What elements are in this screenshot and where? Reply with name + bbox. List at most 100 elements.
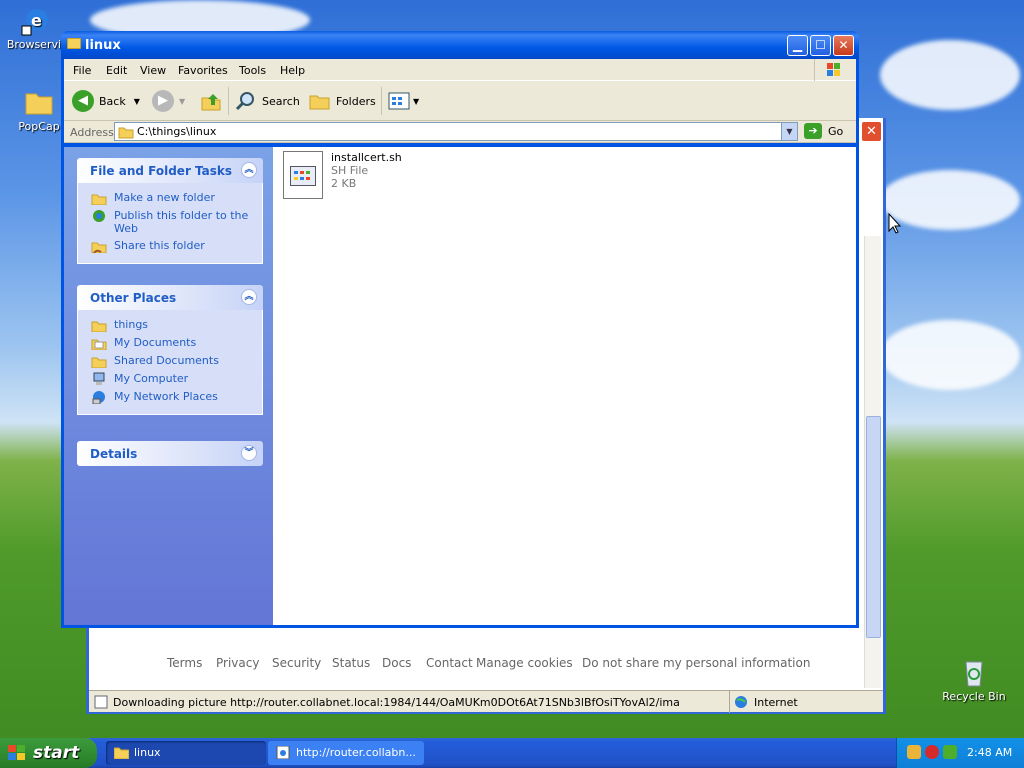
place-my-network-places[interactable]: My Network Places bbox=[78, 388, 262, 406]
cloud bbox=[880, 320, 1020, 390]
address-input[interactable]: C:\things\linux ▼ bbox=[114, 122, 798, 141]
panel-details: Details ︾ bbox=[77, 441, 263, 466]
browser-close-button[interactable]: ✕ bbox=[861, 121, 882, 142]
scrollbar-thumb[interactable] bbox=[866, 416, 881, 638]
back-button[interactable]: ◀ Back ▼ bbox=[72, 89, 140, 113]
toolbar-separator bbox=[381, 87, 382, 115]
desktop-icon-recycle-bin[interactable]: Recycle Bin bbox=[937, 656, 1011, 703]
network-icon bbox=[92, 391, 105, 404]
panel-content: Make a new folder Publish this folder to… bbox=[77, 183, 263, 264]
task-share-folder[interactable]: Share this folder bbox=[78, 237, 262, 255]
back-label: Back bbox=[99, 94, 126, 108]
panel-other-places: Other Places ︽ things My Documents Share… bbox=[77, 285, 263, 415]
window-title: linux bbox=[85, 38, 121, 53]
file-size: 2 KB bbox=[331, 177, 357, 190]
tray-security-icon[interactable] bbox=[925, 745, 939, 759]
back-dropdown-icon[interactable]: ▼ bbox=[134, 97, 140, 106]
taskbar-item-linux[interactable]: linux bbox=[106, 741, 266, 765]
windows-logo-icon bbox=[814, 59, 852, 81]
folder-icon bbox=[67, 38, 81, 49]
panel-header[interactable]: Other Places ︽ bbox=[77, 285, 263, 310]
views-icon bbox=[388, 92, 410, 110]
maximize-button[interactable]: ☐ bbox=[810, 35, 831, 56]
start-label: start bbox=[33, 743, 80, 763]
place-my-computer[interactable]: My Computer bbox=[78, 370, 262, 388]
views-dropdown-icon: ▼ bbox=[413, 96, 420, 106]
go-label: Go bbox=[828, 124, 844, 138]
menu-edit[interactable]: Edit bbox=[106, 64, 127, 77]
task-label: Share this folder bbox=[114, 239, 205, 252]
footer-link-do-not-share[interactable]: Do not share my personal information bbox=[582, 656, 810, 670]
task-publish-web[interactable]: Publish this folder to the Web bbox=[78, 207, 262, 237]
file-item[interactable]: installcert.sh SH File 2 KB bbox=[283, 151, 402, 199]
globe-icon bbox=[93, 210, 105, 222]
folders-button[interactable]: Folders bbox=[308, 89, 376, 113]
start-button[interactable]: start bbox=[0, 738, 97, 768]
up-button[interactable] bbox=[200, 89, 222, 113]
back-arrow-icon: ◀ bbox=[72, 90, 94, 112]
file-view: installcert.sh SH File 2 KB bbox=[273, 147, 856, 625]
file-name: installcert.sh bbox=[331, 151, 402, 164]
menu-view[interactable]: View bbox=[140, 64, 166, 77]
address-bar: Address C:\things\linux ▼ ➔ Go bbox=[64, 121, 856, 143]
panel-header[interactable]: File and Folder Tasks ︽ bbox=[77, 158, 263, 183]
minimize-button[interactable]: ▁ bbox=[787, 35, 808, 56]
computer-icon bbox=[93, 372, 105, 385]
system-tray: 2:48 AM bbox=[896, 738, 1024, 768]
desktop-icon-label: Recycle Bin bbox=[942, 690, 1006, 703]
folders-icon bbox=[309, 95, 330, 110]
footer-link-manage-cookies[interactable]: Manage cookies bbox=[476, 656, 573, 670]
menu-file[interactable]: File bbox=[73, 64, 91, 77]
up-folder-icon bbox=[201, 94, 221, 111]
status-text: Downloading picture http://router.collab… bbox=[113, 696, 680, 709]
search-button[interactable]: Search bbox=[234, 89, 300, 113]
close-button[interactable]: ✕ bbox=[833, 35, 854, 56]
explorer-window: linux ▁ ☐ ✕ File Edit View Favorites Too… bbox=[61, 31, 859, 628]
file-type: SH File bbox=[331, 164, 369, 177]
place-things[interactable]: things bbox=[78, 316, 262, 334]
footer-link-security[interactable]: Security bbox=[272, 656, 321, 670]
recycle-bin-icon bbox=[958, 656, 990, 688]
ie-icon: e bbox=[21, 4, 53, 36]
folders-label: Folders bbox=[336, 94, 376, 108]
title-bar[interactable]: linux ▁ ☐ ✕ bbox=[61, 31, 859, 59]
address-label: Address bbox=[70, 126, 114, 139]
tray-network-icon[interactable] bbox=[907, 745, 921, 759]
share-folder-icon bbox=[91, 242, 107, 253]
address-value: C:\things\linux bbox=[137, 125, 217, 138]
taskbar: start linux http://router.collabn... 2:4… bbox=[0, 738, 1024, 768]
menu-help[interactable]: Help bbox=[280, 64, 305, 77]
menu-favorites[interactable]: Favorites bbox=[178, 64, 228, 77]
footer-link-docs[interactable]: Docs bbox=[382, 656, 411, 670]
place-my-documents[interactable]: My Documents bbox=[78, 334, 262, 352]
place-shared-documents[interactable]: Shared Documents bbox=[78, 352, 262, 370]
task-make-new-folder[interactable]: Make a new folder bbox=[78, 189, 262, 207]
forward-button[interactable]: ▶ ▼ bbox=[152, 89, 185, 113]
browser-status-bar: Downloading picture http://router.collab… bbox=[89, 690, 883, 713]
browser-scrollbar[interactable] bbox=[864, 236, 881, 688]
menu-bar: File Edit View Favorites Tools Help bbox=[64, 59, 856, 81]
expand-chevron-icon[interactable]: ︾ bbox=[241, 445, 257, 461]
task-label: Publish this folder to the Web bbox=[114, 209, 249, 235]
zone-label: Internet bbox=[754, 696, 798, 709]
task-label: Make a new folder bbox=[114, 191, 215, 204]
forward-arrow-icon: ▶ bbox=[152, 90, 174, 112]
footer-link-contact[interactable]: Contact bbox=[426, 656, 473, 670]
footer-link-terms[interactable]: Terms bbox=[167, 656, 202, 670]
footer-link-privacy[interactable]: Privacy bbox=[216, 656, 259, 670]
taskbar-item-browser[interactable]: http://router.collabn... bbox=[268, 741, 424, 765]
browser-footer-links: Terms Privacy Security Status Docs Conta… bbox=[90, 652, 860, 674]
collapse-chevron-icon[interactable]: ︽ bbox=[241, 162, 257, 178]
go-button[interactable]: ➔ Go bbox=[804, 123, 843, 139]
place-label: My Network Places bbox=[114, 390, 218, 403]
menu-tools[interactable]: Tools bbox=[239, 64, 266, 77]
views-button[interactable]: ▼ bbox=[387, 89, 419, 113]
mouse-cursor-icon bbox=[888, 213, 902, 234]
panel-header[interactable]: Details ︾ bbox=[77, 441, 263, 466]
collapse-chevron-icon[interactable]: ︽ bbox=[241, 289, 257, 305]
tray-update-icon[interactable] bbox=[943, 745, 957, 759]
panel-title: Details bbox=[90, 447, 138, 461]
panel-content: things My Documents Shared Documents My … bbox=[77, 310, 263, 415]
footer-link-status[interactable]: Status bbox=[332, 656, 370, 670]
address-dropdown-icon[interactable]: ▼ bbox=[781, 123, 797, 140]
